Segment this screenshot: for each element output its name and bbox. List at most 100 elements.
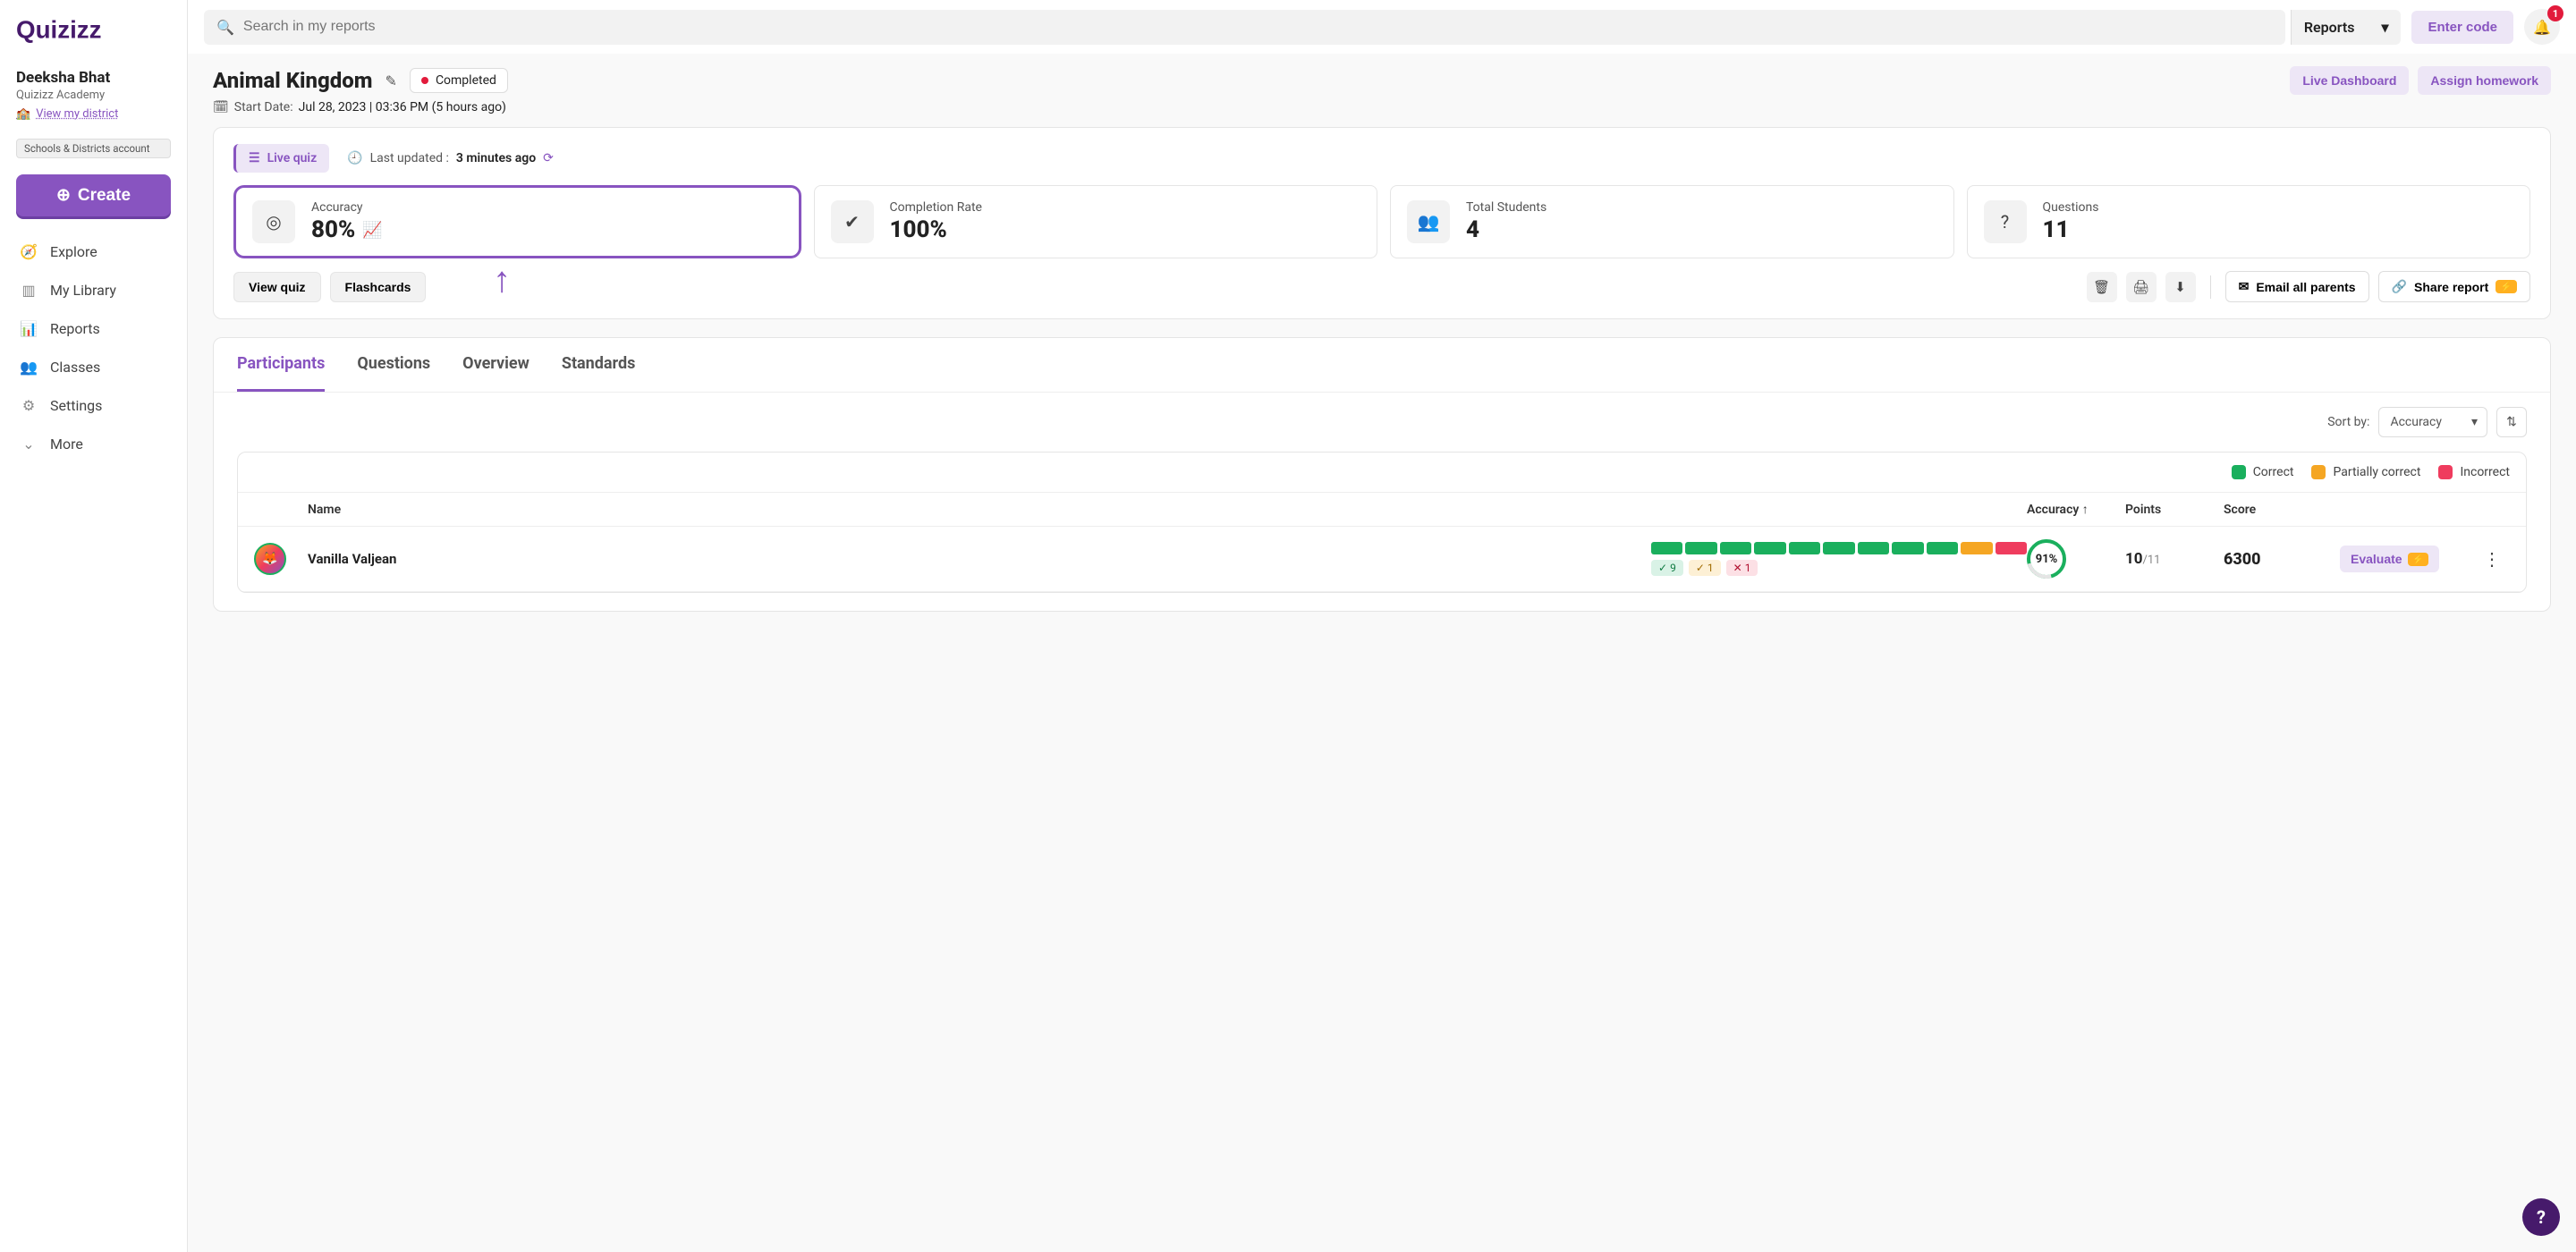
- participant-name: Vanilla Valjean: [308, 551, 1651, 567]
- col-points[interactable]: Points: [2125, 503, 2224, 517]
- evaluate-button[interactable]: Evaluate⚡: [2340, 546, 2439, 572]
- download-icon: ⬇: [2174, 279, 2186, 295]
- stat-label: Questions: [2043, 200, 2099, 215]
- legend-incorrect-label: Incorrect: [2460, 465, 2510, 479]
- sort-row: Sort by: Accuracy ⇅: [214, 393, 2550, 452]
- plus-icon: ⊕: [56, 185, 71, 206]
- edit-title-icon[interactable]: ✎: [386, 72, 397, 89]
- share-report-label: Share report: [2414, 280, 2488, 294]
- sort-dropdown[interactable]: Accuracy: [2378, 407, 2487, 437]
- create-button[interactable]: ⊕ Create: [16, 174, 171, 216]
- tab-overview[interactable]: Overview: [462, 338, 530, 392]
- notifications-button[interactable]: 🔔 1: [2524, 9, 2560, 45]
- enter-code-button[interactable]: Enter code: [2411, 11, 2513, 44]
- help-button[interactable]: ?: [2522, 1198, 2560, 1236]
- table-row[interactable]: 🦊 Vanilla Valjean ✓9 ✓1 ✕1 91% 10/11: [238, 527, 2526, 592]
- check-icon: ✓: [1696, 562, 1705, 574]
- legend: Correct Partially correct Incorrect: [238, 453, 2526, 492]
- check-icon: ✓: [1658, 562, 1667, 574]
- email-parents-label: Email all parents: [2256, 280, 2355, 294]
- stat-label: Accuracy: [311, 200, 383, 215]
- start-date-value: Jul 28, 2023 | 03:36 PM (5 hours ago): [299, 100, 506, 114]
- partial-chip: ✓1: [1689, 560, 1721, 576]
- search-input[interactable]: [243, 19, 2273, 35]
- nav-classes[interactable]: 👥Classes: [0, 348, 187, 386]
- updated-prefix: Last updated :: [370, 151, 449, 165]
- user-org: Quizizz Academy: [16, 89, 171, 102]
- live-dashboard-button[interactable]: Live Dashboard: [2290, 66, 2409, 95]
- tab-standards[interactable]: Standards: [562, 338, 635, 392]
- create-label: Create: [78, 186, 131, 206]
- stat-value: 4: [1466, 216, 1479, 243]
- view-district-link[interactable]: 🏫 View my district: [16, 107, 171, 121]
- incorrect-chip: ✕1: [1726, 560, 1758, 576]
- notification-count: 1: [2547, 5, 2563, 21]
- chevron-down-icon: ⌄: [20, 436, 38, 453]
- annotation-arrow-icon: ↑: [493, 258, 511, 300]
- delete-button[interactable]: 🗑: [2087, 272, 2117, 302]
- legend-correct-label: Correct: [2253, 465, 2294, 479]
- avatar: 🦊: [254, 543, 286, 575]
- district-link-label: View my district: [36, 107, 118, 121]
- evaluate-label: Evaluate: [2351, 552, 2402, 566]
- accuracy-value: 91%: [2036, 553, 2058, 566]
- mail-icon: ✉: [2239, 279, 2250, 294]
- stat-accuracy: ◎ Accuracy 80% 📈: [233, 185, 801, 258]
- col-name[interactable]: Name: [308, 503, 1651, 517]
- tab-participants[interactable]: Participants: [237, 338, 325, 392]
- live-quiz-chip[interactable]: ☰ Live quiz: [233, 144, 329, 173]
- assign-homework-button[interactable]: Assign homework: [2418, 66, 2551, 95]
- refresh-icon[interactable]: ⟳: [543, 151, 554, 165]
- people-icon: 👥: [20, 359, 38, 376]
- calendar-icon: 🗓: [213, 100, 229, 114]
- search-icon: 🔍: [216, 19, 234, 36]
- legend-partial-label: Partially correct: [2333, 465, 2420, 479]
- share-report-button[interactable]: 🔗 Share report ⚡: [2378, 271, 2530, 302]
- nav-label: My Library: [50, 282, 116, 299]
- nav-label: Reports: [50, 320, 100, 337]
- col-accuracy[interactable]: Accuracy ↑: [2027, 502, 2125, 517]
- email-parents-button[interactable]: ✉ Email all parents: [2225, 271, 2369, 302]
- search-filter-dropdown[interactable]: Reports ▾: [2291, 10, 2402, 45]
- nav-more[interactable]: ⌄More: [0, 425, 187, 463]
- filter-label: Reports: [2304, 19, 2355, 36]
- svg-text:Quizizz: Quizizz: [16, 16, 101, 44]
- col-score[interactable]: Score: [2224, 503, 2340, 517]
- updated-value: 3 minutes ago: [456, 151, 536, 165]
- target-icon: ◎: [252, 200, 295, 243]
- flashcards-button[interactable]: Flashcards: [330, 272, 427, 302]
- divider: [2210, 275, 2211, 299]
- sort-direction-button[interactable]: ⇅: [2496, 407, 2527, 437]
- school-icon: 🏫: [16, 107, 30, 121]
- nav: 🧭Explore ▥ My Library 📊Reports 👥Classes ⚙…: [0, 233, 187, 463]
- last-updated: 🕘 Last updated : 3 minutes ago ⟳: [347, 151, 554, 165]
- summary-card: ☰ Live quiz 🕘 Last updated : 3 minutes a…: [213, 127, 2551, 319]
- correct-chip: ✓9: [1651, 560, 1683, 576]
- nav-explore[interactable]: 🧭Explore: [0, 233, 187, 271]
- view-quiz-button[interactable]: View quiz: [233, 272, 321, 302]
- status-badge: Completed: [410, 68, 508, 93]
- stat-label: Total Students: [1466, 200, 1546, 215]
- check-circle-icon: ✔: [831, 200, 874, 243]
- legend-correct-swatch: [2232, 465, 2246, 479]
- status-dot-icon: [421, 77, 428, 84]
- stat-value: 11: [2043, 216, 2070, 243]
- page-header: Animal Kingdom ✎ Completed Live Dashboar…: [188, 54, 2576, 98]
- nav-settings[interactable]: ⚙Settings: [0, 386, 187, 425]
- download-button[interactable]: ⬇: [2165, 272, 2196, 302]
- sort-value: Accuracy: [2390, 415, 2442, 429]
- tab-questions[interactable]: Questions: [357, 338, 430, 392]
- nav-reports[interactable]: 📊Reports: [0, 309, 187, 348]
- library-icon: ▥: [20, 282, 38, 299]
- stat-completion: ✔ Completion Rate 100%: [814, 185, 1378, 258]
- topbar: 🔍 Reports ▾ Enter code 🔔 1: [188, 0, 2576, 54]
- start-date-row: 🗓 Start Date: Jul 28, 2023 | 03:36 PM (5…: [188, 98, 2576, 127]
- search-wrap[interactable]: 🔍: [204, 10, 2285, 45]
- print-button[interactable]: 🖨: [2126, 272, 2157, 302]
- nav-library[interactable]: ▥ My Library: [0, 271, 187, 309]
- gear-icon: ⚙: [20, 397, 38, 414]
- compass-icon: 🧭: [20, 243, 38, 260]
- tabs-panel: Participants Questions Overview Standard…: [213, 337, 2551, 612]
- row-menu-button[interactable]: ⋮: [2474, 548, 2510, 570]
- list-icon: ☰: [249, 151, 260, 165]
